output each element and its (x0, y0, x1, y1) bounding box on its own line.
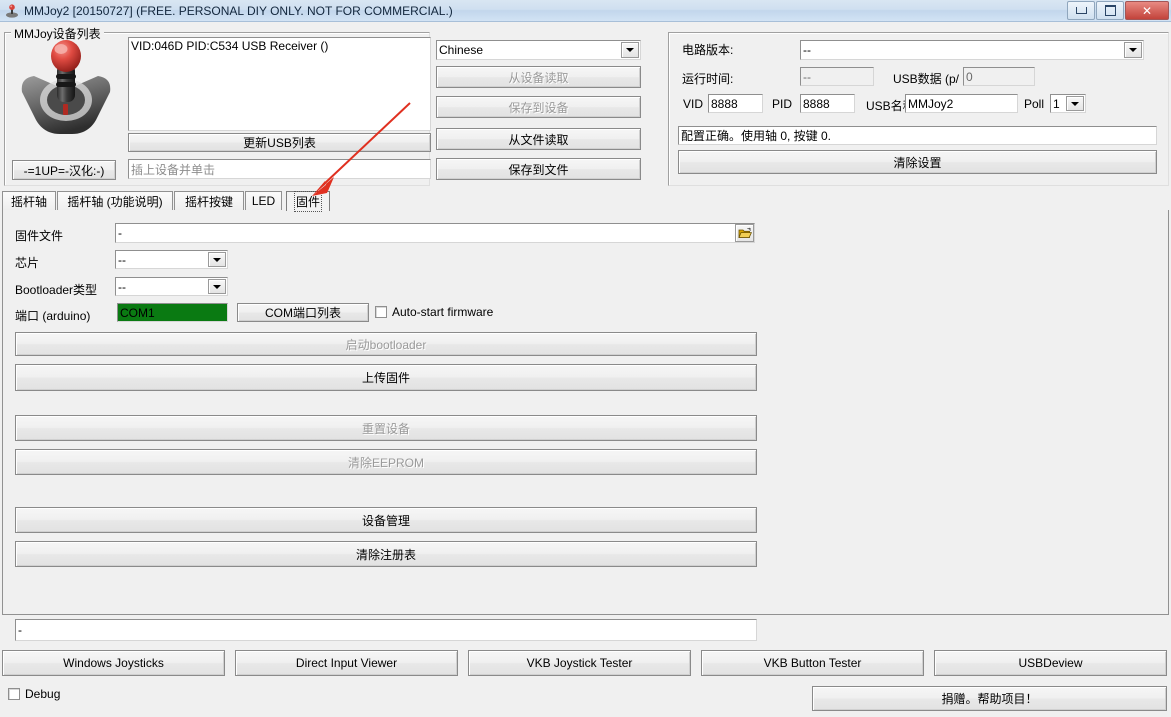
tab-joystick-axes-functions[interactable]: 摇杆轴 (功能说明) (57, 191, 173, 210)
chevron-down-icon[interactable] (621, 42, 639, 58)
vkb-joystick-tester-button[interactable]: VKB Joystick Tester (468, 650, 691, 676)
pid-input[interactable]: 8888 (800, 94, 855, 113)
device-hint-input[interactable]: 插上设备并单击 (128, 159, 431, 179)
open-folder-icon[interactable] (735, 224, 754, 242)
usbdeview-button[interactable]: USBDeview (934, 650, 1167, 676)
start-bootloader-button[interactable]: 启动bootloader (15, 332, 757, 356)
clear-registry-button[interactable]: 清除注册表 (15, 541, 757, 567)
window-titlebar: MMJoy2 [20150727] (FREE. PERSONAL DIY ON… (0, 0, 1171, 22)
bootloader-type-label: Bootloader类型 (15, 283, 98, 297)
checkbox-box[interactable] (375, 306, 387, 318)
close-button[interactable]: ✕ (1125, 1, 1169, 20)
debug-label: Debug (25, 687, 61, 701)
translator-credit-button[interactable]: -=1UP=-汉化:-) (12, 160, 116, 180)
refresh-usb-list-button[interactable]: 更新USB列表 (128, 133, 431, 152)
chevron-down-icon[interactable] (1066, 96, 1084, 111)
poll-select[interactable]: 1 (1050, 94, 1086, 113)
firmware-file-label: 固件文件 (15, 229, 64, 243)
autostart-firmware-label: Auto-start firmware (392, 305, 494, 319)
checkbox-box[interactable] (8, 688, 20, 700)
minimize-icon (1075, 7, 1087, 14)
port-label: 端口 (arduino) (15, 309, 91, 323)
close-icon: ✕ (1141, 3, 1153, 18)
vid-label: VID (683, 97, 704, 111)
usb-device-list[interactable]: VID:046D PID:C534 USB Receiver () (128, 37, 431, 131)
debug-checkbox[interactable]: Debug (8, 687, 60, 701)
usb-rate-label: USB数据 (p/ (893, 72, 960, 86)
window-title: MMJoy2 [20150727] (FREE. PERSONAL DIY ON… (24, 3, 453, 18)
upload-firmware-button[interactable]: 上传固件 (15, 364, 757, 391)
chevron-down-icon[interactable] (208, 279, 226, 294)
usb-rate-field: 0 (963, 67, 1035, 86)
save-to-file-button[interactable]: 保存到文件 (436, 158, 641, 180)
windows-joysticks-button[interactable]: Windows Joysticks (2, 650, 225, 676)
poll-label: Poll (1024, 97, 1045, 111)
board-version-value: -- (803, 43, 811, 57)
board-version-select[interactable]: -- (800, 40, 1144, 60)
poll-value: 1 (1053, 96, 1060, 111)
clear-eeprom-button[interactable]: 清除EEPROM (15, 449, 757, 475)
reset-device-button[interactable]: 重置设备 (15, 415, 757, 441)
usb-name-input[interactable]: MMJoy2 (905, 94, 1018, 113)
log-output-field: - (15, 619, 757, 641)
joystick-illustration (14, 38, 118, 156)
firmware-file-input[interactable]: - (115, 223, 755, 243)
runtime-value-field: -- (800, 67, 874, 86)
tab-firmware[interactable]: 固件 (286, 191, 330, 212)
app-joystick-icon (5, 3, 19, 18)
chevron-down-icon[interactable] (208, 252, 226, 267)
donate-button[interactable]: 捐赠。帮助项目！ (812, 686, 1167, 711)
device-list-item[interactable]: VID:046D PID:C534 USB Receiver () (131, 39, 430, 53)
pid-label: PID (772, 97, 793, 111)
read-from-file-button[interactable]: 从文件读取 (436, 128, 641, 150)
autostart-firmware-checkbox[interactable]: Auto-start firmware (375, 305, 493, 319)
chevron-down-icon[interactable] (1124, 42, 1142, 58)
clear-settings-button[interactable]: 清除设置 (678, 150, 1157, 174)
language-select[interactable]: Chinese (436, 40, 641, 60)
maximize-icon (1104, 5, 1116, 16)
chip-label: 芯片 (15, 256, 40, 270)
save-to-device-button[interactable]: 保存到设备 (436, 96, 641, 118)
port-input[interactable]: COM1 (117, 303, 228, 322)
tab-bar: 摇杆轴 摇杆轴 (功能说明) 摇杆按键 LED 固件 (2, 191, 1169, 212)
maximize-button[interactable] (1096, 1, 1124, 20)
runtime-label: 运行时间: (682, 72, 734, 86)
minimize-button[interactable] (1067, 1, 1095, 20)
tab-joystick-buttons[interactable]: 摇杆按键 (174, 191, 244, 210)
direct-input-viewer-button[interactable]: Direct Input Viewer (235, 650, 458, 676)
window-controls: ✕ (1067, 1, 1169, 20)
vid-input[interactable]: 8888 (708, 94, 763, 113)
tab-joystick-axes[interactable]: 摇杆轴 (2, 191, 56, 210)
bootloader-type-select[interactable]: -- (115, 277, 228, 296)
bootloader-type-value: -- (118, 279, 126, 294)
language-select-value: Chinese (439, 43, 484, 57)
com-port-list-button[interactable]: COM端口列表 (237, 303, 369, 322)
status-message-field: 配置正确。使用轴 0, 按键 0. (678, 126, 1157, 145)
board-version-label: 电路版本: (682, 43, 734, 57)
read-from-device-button[interactable]: 从设备读取 (436, 66, 641, 88)
device-manager-button[interactable]: 设备管理 (15, 507, 757, 533)
vkb-button-tester-button[interactable]: VKB Button Tester (701, 650, 924, 676)
chip-select[interactable]: -- (115, 250, 228, 269)
chip-value: -- (118, 252, 126, 267)
tab-led[interactable]: LED (245, 191, 282, 210)
